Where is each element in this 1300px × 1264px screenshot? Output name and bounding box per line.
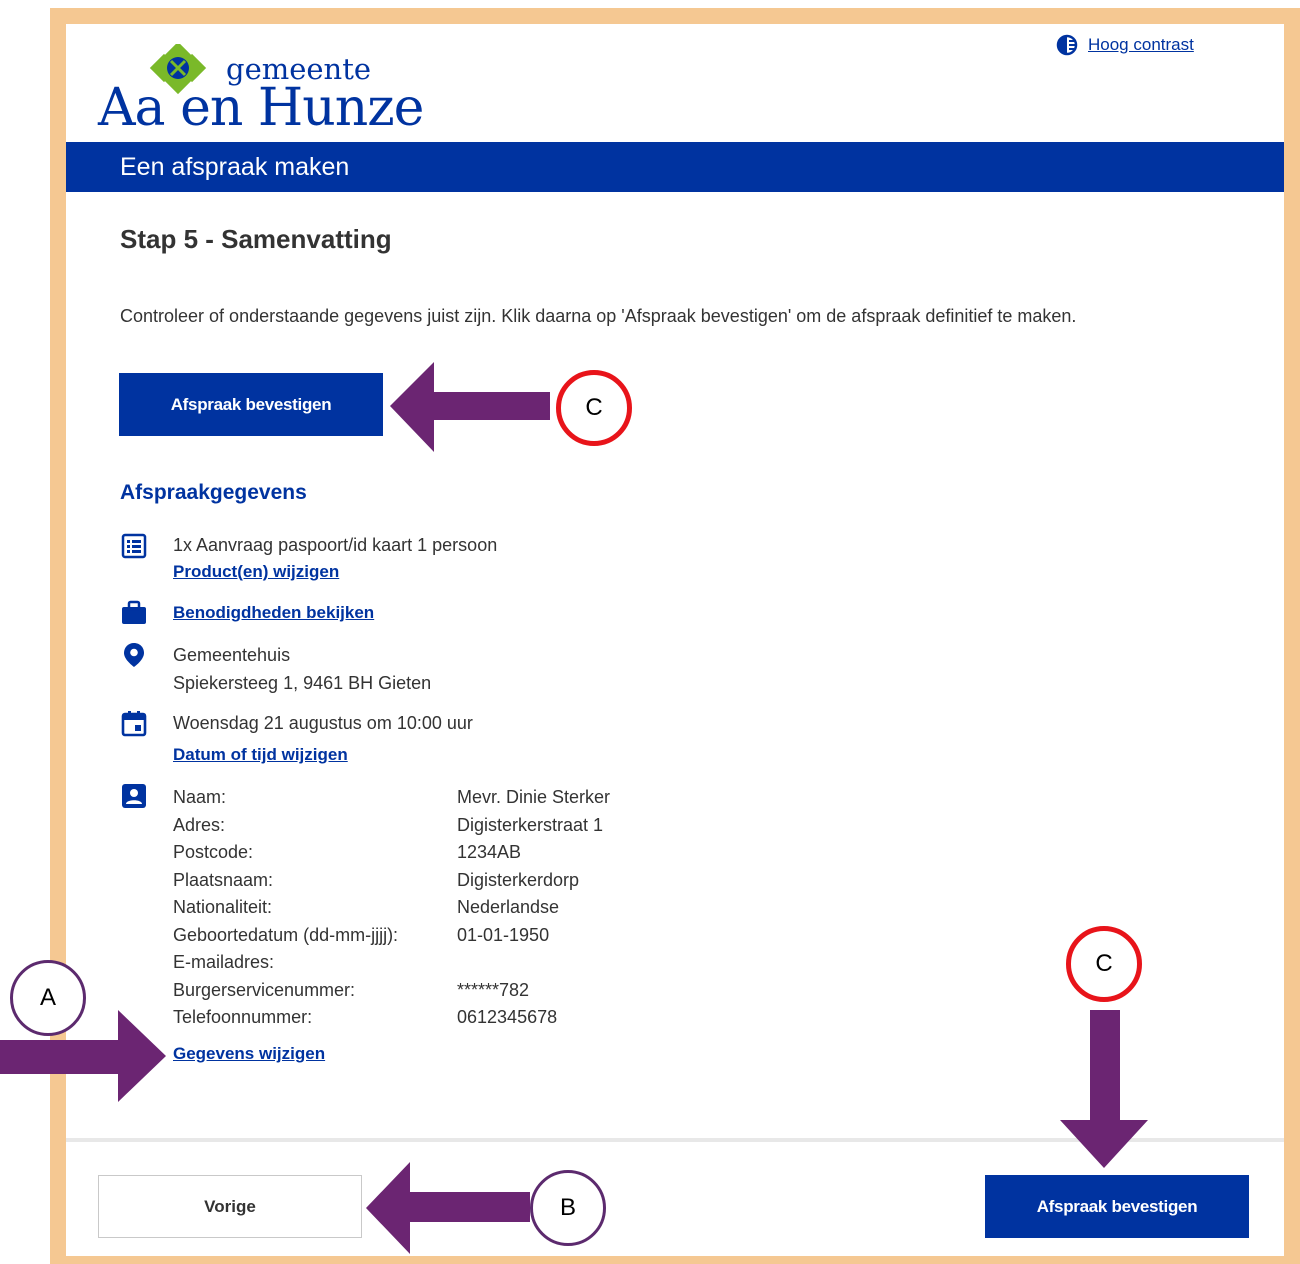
- annotation-marker-c-bottom: C: [1066, 926, 1142, 1002]
- arrow-c-top-icon: [390, 362, 550, 452]
- arrow-c-bottom-icon: [1060, 1010, 1148, 1168]
- annotation-marker-a: A: [10, 960, 86, 1036]
- annotation-marker-c-top: C: [556, 370, 632, 446]
- annotation-marker-b: B: [530, 1170, 606, 1246]
- arrow-b-icon: [366, 1162, 530, 1254]
- annotation-arrows: [0, 362, 1148, 1254]
